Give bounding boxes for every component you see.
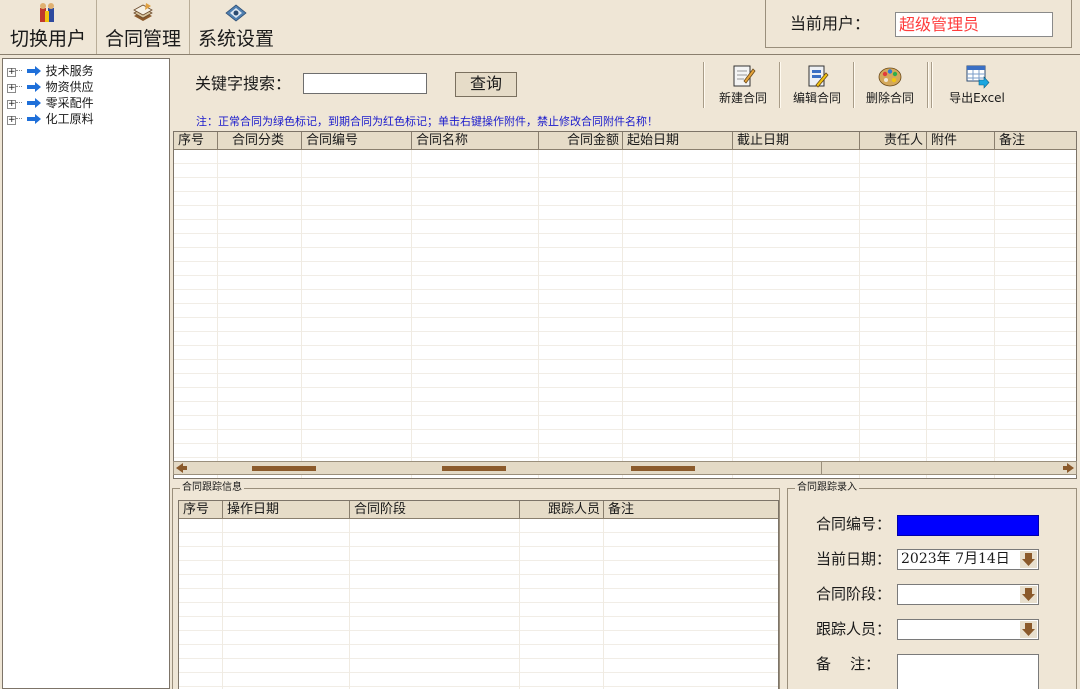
column-header[interactable]: 备注 [604,501,778,519]
edit-contract-label: 编辑合同 [792,91,841,105]
legend-note: 注：正常合同为绿色标记，到期合同为红色标记；单击右键操作附件，禁止修改合同附件名… [196,115,658,128]
arrow-right-icon [26,114,41,124]
contract-stage-select[interactable] [897,584,1039,605]
expand-icon[interactable]: + [7,68,16,77]
edit-contract-icon [804,63,830,89]
scroll-thumb[interactable] [442,466,506,471]
chevron-down-icon [1022,623,1035,636]
keyword-search-input[interactable] [303,73,427,94]
column-header[interactable]: 合同分类 [218,132,302,150]
tracking-person-select[interactable] [897,619,1039,640]
tree-item-chemical-materials[interactable]: + 化工原料 [7,111,94,127]
switch-user-label: 切换用户 [9,28,86,50]
expand-icon[interactable]: + [7,116,16,125]
current-user-value: 超级管理员 [895,12,1053,37]
new-contract-icon [730,63,756,89]
toolbar-separator [927,62,929,108]
keyword-search-label: 关键字搜索： [195,74,292,93]
scroll-right-icon[interactable] [1062,462,1076,474]
query-button[interactable]: 查询 [455,72,517,97]
switch-user-button[interactable]: 切换用户 [0,0,97,54]
column-header[interactable]: 跟踪人员 [520,501,604,519]
arrow-right-icon [26,82,41,92]
column-header[interactable]: 起始日期 [623,132,733,150]
edit-contract-button[interactable]: 编辑合同 [786,60,848,110]
table-rows[interactable] [179,519,778,689]
expand-icon[interactable]: + [7,84,16,93]
column-header[interactable]: 操作日期 [223,501,350,519]
scroll-thumb[interactable] [631,466,695,471]
horizontal-scrollbar[interactable] [173,461,1077,475]
table-rows[interactable] [174,150,1076,478]
column-header[interactable]: 附件 [927,132,995,150]
new-contract-label: 新建合同 [718,91,767,105]
export-excel-label: 导出Excel [949,91,1005,105]
date-dropdown-button[interactable] [1020,551,1037,568]
tree-item-spare-parts[interactable]: + 零采配件 [7,95,94,111]
excel-export-icon [964,63,990,89]
current-date-value: 2023年 7月14日 [901,551,1010,567]
column-header[interactable]: 合同金额 [539,132,623,150]
column-header[interactable]: 合同名称 [412,132,539,150]
tree-item-tech-service[interactable]: + 技术服务 [7,63,94,79]
chevron-down-icon [1022,588,1035,601]
tracking-info-legend: 合同跟踪信息 [180,481,244,495]
tracking-info-table[interactable]: 序号 操作日期 合同阶段 跟踪人员 备注 [178,500,779,689]
remark-textarea[interactable] [897,654,1039,689]
table-header: 序号 合同分类 合同编号 合同名称 合同金额 起始日期 截止日期 责任人 附件 … [174,132,1076,150]
column-header[interactable]: 备注 [995,132,1076,150]
palette-icon [877,63,903,89]
tree-item-label: 零采配件 [45,96,94,110]
tree-item-label: 化工原料 [45,112,94,126]
remark-label: 备 注： [816,655,881,673]
person-dropdown-button[interactable] [1020,621,1037,638]
toolbar-separator [703,62,705,108]
arrow-right-icon [26,98,41,108]
toolbar-separator [853,62,855,108]
users-icon [36,2,60,24]
tracking-person-label: 跟踪人员： [816,620,892,638]
contract-management-label: 合同管理 [104,28,181,50]
tree-item-material-supply[interactable]: + 物资供应 [7,79,94,95]
toolbar-separator [931,62,933,108]
contract-table[interactable]: 序号 合同分类 合同编号 合同名称 合同金额 起始日期 截止日期 责任人 附件 … [173,131,1077,479]
system-settings-button[interactable]: 系统设置 [190,0,282,54]
stage-dropdown-button[interactable] [1020,586,1037,603]
export-excel-button[interactable]: 导出Excel [939,60,1015,110]
column-header[interactable]: 截止日期 [733,132,860,150]
contract-no-field[interactable] [897,515,1039,536]
current-date-label: 当前日期： [816,550,892,568]
settings-icon [224,2,248,24]
column-header[interactable]: 责任人 [860,132,927,150]
tracking-entry-legend: 合同跟踪录入 [795,481,859,495]
system-settings-label: 系统设置 [197,28,274,50]
delete-contract-label: 删除合同 [865,91,914,105]
chevron-down-icon [1022,553,1035,566]
scroll-thumb[interactable] [252,466,316,471]
scroll-left-icon[interactable] [174,462,188,474]
column-header[interactable]: 合同阶段 [350,501,520,519]
contract-management-button[interactable]: 合同管理 [97,0,190,54]
column-header[interactable]: 合同编号 [302,132,412,150]
contract-stage-label: 合同阶段： [816,585,892,603]
toolbar-separator [779,62,781,108]
tree-item-label: 技术服务 [45,64,94,78]
column-header[interactable]: 序号 [179,501,223,519]
current-user-label: 当前用户： [790,14,871,33]
contract-no-label: 合同编号： [816,515,892,533]
document-stack-icon [131,2,155,24]
tree-item-label: 物资供应 [45,80,94,94]
expand-icon[interactable]: + [7,100,16,109]
delete-contract-button[interactable]: 删除合同 [859,60,921,110]
table-header: 序号 操作日期 合同阶段 跟踪人员 备注 [179,501,778,519]
arrow-right-icon [26,66,41,76]
column-header[interactable]: 序号 [174,132,218,150]
new-contract-button[interactable]: 新建合同 [712,60,774,110]
current-date-picker[interactable]: 2023年 7月14日 [897,549,1039,570]
category-tree[interactable]: + 技术服务 + 物资供应 + 零采配件 + 化工原料 [2,58,170,689]
